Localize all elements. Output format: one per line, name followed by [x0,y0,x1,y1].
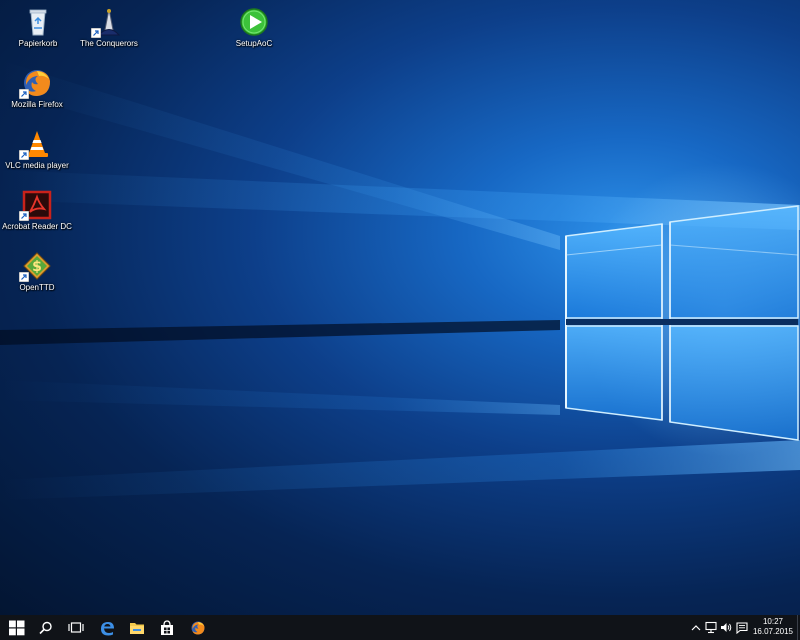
desktop-icon-label: Acrobat Reader DC [2,222,72,231]
shortcut-arrow-icon [91,28,101,38]
shortcut-arrow-icon [19,211,29,221]
clock-date: 16.07.2015 [752,627,794,636]
desktop-icon-label: SetupAoC [235,39,273,48]
svg-text:$: $ [32,259,42,275]
clock-time: 10:27 [762,617,784,626]
shortcut-arrow-icon [19,272,29,282]
desktop-icon-vlc-media-player[interactable]: VLC media player [0,124,75,180]
action-center-icon[interactable] [736,621,748,634]
taskbar: 10:27 16.07.2015 [0,615,800,640]
desktop-icon-label: Mozilla Firefox [11,100,63,109]
task-view-button[interactable] [60,615,90,640]
desktop-icon-label: VLC media player [5,161,69,170]
windows-start-icon [9,620,25,636]
shortcut-arrow-icon [19,89,29,99]
desktop-icon-setupaoc[interactable]: SetupAoC [216,2,292,58]
taskbar-file-explorer-button[interactable] [122,615,152,640]
file-explorer-icon [130,623,144,634]
shortcut-arrow-icon [19,150,29,160]
desktop-icon-acrobat-reader-dc[interactable]: Acrobat Reader DC [0,185,75,241]
search-button[interactable] [30,615,60,640]
volume-icon[interactable] [720,621,732,634]
desktop-icon-label: Papierkorb [18,39,58,48]
desktop-icon-the-conquerors[interactable]: The Conquerors [71,2,147,58]
start-button[interactable] [0,615,30,640]
desktop-icon-papierkorb[interactable]: Papierkorb [0,2,76,58]
task-view-icon [68,622,84,633]
firefox-icon [191,621,205,635]
desktop-icon-label: The Conquerors [80,39,138,48]
desktop-icon-openttd[interactable]: $ OpenTTD [0,246,75,302]
desktop-icon-label: OpenTTD [19,283,55,292]
edge-icon [101,622,114,636]
taskbar-edge-button[interactable] [92,615,122,640]
windows-10-wallpaper [0,60,800,520]
play-setup-icon [240,8,268,36]
taskbar-firefox-button[interactable] [183,615,213,640]
chevron-up-icon[interactable] [690,621,702,634]
desktop-icon-mozilla-firefox[interactable]: Mozilla Firefox [0,63,75,119]
search-icon [39,621,52,635]
network-icon[interactable] [705,621,717,634]
store-icon [161,620,173,635]
recycle-bin-icon [29,9,47,36]
desktop[interactable]: Papierkorb The Conquerors SetupAoC Mozil… [0,0,800,615]
taskbar-clock[interactable]: 10:27 16.07.2015 [748,617,798,639]
taskbar-store-button[interactable] [152,615,182,640]
